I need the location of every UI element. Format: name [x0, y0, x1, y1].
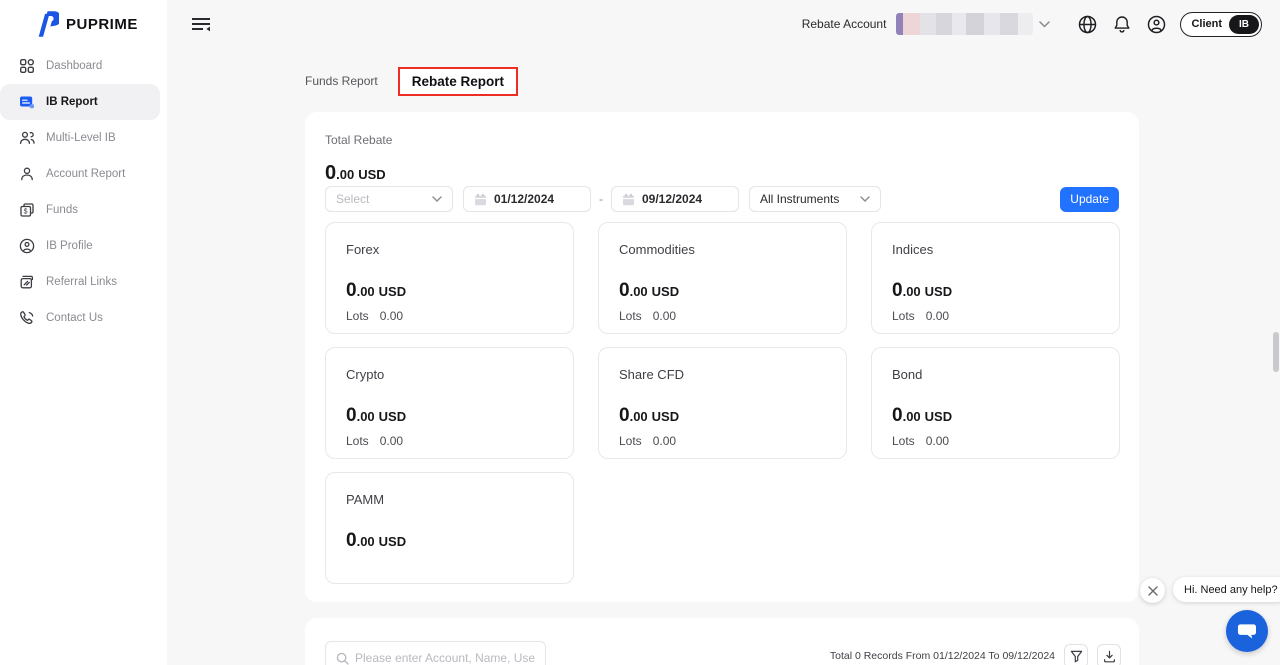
- collapse-menu-icon: [191, 15, 211, 33]
- puprime-logo-icon: [37, 11, 59, 37]
- records-panel: Total 0 Records From 01/12/2024 To 09/12…: [305, 618, 1139, 665]
- records-toolbar: Total 0 Records From 01/12/2024 To 09/12…: [830, 644, 1121, 665]
- sidebar-item-label: Referral Links: [46, 276, 117, 288]
- bell-icon: [1113, 15, 1131, 34]
- date-from-input[interactable]: 01/12/2024: [463, 186, 591, 212]
- sidebar-item-account-report[interactable]: Account Report: [0, 156, 167, 192]
- profile-button[interactable]: [1147, 15, 1166, 34]
- card-crypto: Crypto 0.00USD Lots0.00: [325, 347, 574, 459]
- sidebar-item-label: Multi-Level IB: [46, 132, 116, 144]
- update-button[interactable]: Update: [1060, 187, 1119, 212]
- card-commodities: Commodities 0.00USD Lots0.00: [598, 222, 847, 334]
- sidebar-item-label: IB Report: [46, 96, 98, 108]
- sidebar-item-referral-links[interactable]: Referral Links: [0, 264, 167, 300]
- sidebar-item-funds[interactable]: $ Funds: [0, 192, 167, 228]
- header-actions: Rebate Account Client IB: [802, 0, 1262, 48]
- sidebar-item-label: Account Report: [46, 168, 125, 180]
- filter-bar: Select 01/12/2024 - 09/12/2024 All Instr…: [325, 186, 1119, 212]
- card-bond: Bond 0.00USD Lots0.00: [871, 347, 1120, 459]
- rebate-account-select[interactable]: [896, 13, 1033, 35]
- rebate-summary-panel: Total Rebate 0.00USD Select 01/12/2024 -…: [305, 112, 1139, 602]
- card-indices: Indices 0.00USD Lots0.00: [871, 222, 1120, 334]
- sidebar-menu: Dashboard IB Report Multi-Level IB Accou…: [0, 48, 167, 336]
- calendar-icon: [622, 193, 635, 206]
- dashboard-icon: [19, 58, 35, 74]
- sidebar-collapse-button[interactable]: [191, 15, 211, 38]
- ib-profile-icon: [19, 238, 35, 254]
- sidebar-item-ib-profile[interactable]: IB Profile: [0, 228, 167, 264]
- chat-bubble-icon: [1237, 622, 1257, 640]
- chat-dismiss-button[interactable]: [1140, 578, 1165, 603]
- records-search-input[interactable]: [355, 651, 535, 665]
- records-search[interactable]: [325, 641, 546, 665]
- brand-logo[interactable]: PUPRIME: [0, 0, 167, 48]
- tab-rebate-report[interactable]: Rebate Report: [398, 67, 518, 96]
- account-select-dropdown[interactable]: Select: [325, 186, 453, 212]
- sidebar-item-contact-us[interactable]: Contact Us: [0, 300, 167, 336]
- total-rebate-value: 0.00USD: [325, 162, 386, 185]
- language-globe-button[interactable]: [1078, 15, 1097, 34]
- download-button[interactable]: [1097, 644, 1121, 665]
- sidebar-item-label: IB Profile: [46, 240, 93, 252]
- instrument-cards: Forex 0.00USD Lots0.00 Commodities 0.00U…: [325, 222, 1120, 584]
- close-icon: [1148, 586, 1158, 596]
- referral-links-icon: [19, 274, 35, 290]
- chat-launcher-button[interactable]: [1226, 610, 1268, 652]
- rebate-account-label: Rebate Account: [802, 17, 887, 31]
- sidebar-item-ib-report[interactable]: IB Report: [0, 84, 160, 120]
- search-icon: [336, 652, 349, 665]
- account-report-icon: [19, 166, 35, 182]
- card-forex: Forex 0.00USD Lots0.00: [325, 222, 574, 334]
- funds-icon: $: [19, 202, 35, 218]
- instruments-dropdown[interactable]: All Instruments: [749, 186, 881, 212]
- funnel-icon: [1070, 650, 1083, 663]
- multi-level-ib-icon: [19, 130, 35, 146]
- notifications-button[interactable]: [1113, 15, 1131, 34]
- sidebar: PUPRIME Dashboard IB Report Multi-Le: [0, 0, 167, 665]
- sidebar-item-dashboard[interactable]: Dashboard: [0, 48, 167, 84]
- report-tabs: Funds Report Rebate Report: [305, 62, 518, 100]
- toggle-ib-label: IB: [1229, 15, 1259, 34]
- filter-button[interactable]: [1064, 644, 1088, 665]
- sidebar-item-label: Dashboard: [46, 60, 102, 72]
- sidebar-item-multi-level-ib[interactable]: Multi-Level IB: [0, 120, 167, 156]
- download-icon: [1103, 650, 1116, 663]
- calendar-icon: [474, 193, 487, 206]
- page-scrollbar-thumb[interactable]: [1273, 332, 1279, 372]
- chevron-down-icon: [860, 196, 870, 202]
- contact-us-icon: [19, 310, 35, 326]
- total-rebate-label: Total Rebate: [325, 133, 392, 147]
- ib-report-icon: [19, 94, 35, 110]
- card-pamm: PAMM 0.00USD: [325, 472, 574, 584]
- client-ib-toggle[interactable]: Client IB: [1180, 12, 1262, 37]
- user-icon: [1147, 15, 1166, 34]
- date-to-input[interactable]: 09/12/2024: [611, 186, 739, 212]
- chevron-down-icon: [432, 196, 442, 202]
- brand-name: PUPRIME: [66, 16, 138, 33]
- card-share-cfd: Share CFD 0.00USD Lots0.00: [598, 347, 847, 459]
- records-summary: Total 0 Records From 01/12/2024 To 09/12…: [830, 650, 1055, 662]
- date-range-separator: -: [599, 192, 603, 206]
- tab-funds-report[interactable]: Funds Report: [305, 74, 378, 88]
- toggle-client-label: Client: [1191, 18, 1222, 30]
- sidebar-item-label: Contact Us: [46, 312, 103, 324]
- globe-icon: [1078, 15, 1097, 34]
- sidebar-item-label: Funds: [46, 204, 78, 216]
- top-header: Rebate Account Client IB: [167, 0, 1280, 48]
- svg-text:$: $: [24, 209, 28, 216]
- chevron-down-icon[interactable]: [1039, 21, 1050, 28]
- chat-greeting-bubble[interactable]: Hi. Need any help?: [1173, 577, 1280, 602]
